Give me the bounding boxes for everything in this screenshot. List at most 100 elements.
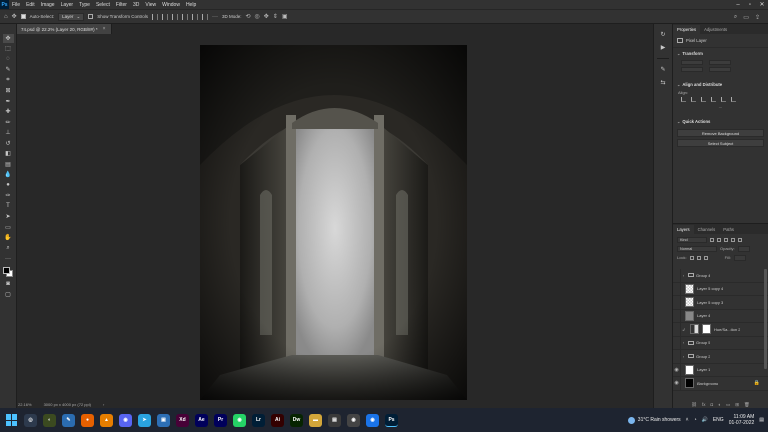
taskbar-app-icon[interactable]: Lr (252, 413, 265, 427)
blend-mode-select[interactable]: Normal (677, 245, 717, 252)
tab-channels[interactable]: Channels (694, 225, 720, 234)
search-icon[interactable]: ⌕ (734, 14, 737, 21)
align-top-icon[interactable] (711, 97, 716, 102)
clock[interactable]: 11:09 AM 01-07-2022 (729, 414, 755, 426)
3d-roll-icon[interactable]: ◎ (255, 13, 260, 20)
auto-select-checkbox[interactable] (20, 14, 26, 19)
chevron-up-icon[interactable]: ˄ (686, 417, 689, 423)
transform-header[interactable]: ⌄ Transform (673, 48, 768, 59)
layer-row[interactable]: ◉ Background 🔒 (673, 376, 768, 391)
taskbar-app-icon[interactable]: ◎ (24, 413, 37, 427)
lock-pixels-icon[interactable] (689, 255, 694, 260)
align-bottom-icon[interactable] (202, 13, 208, 20)
3d-pan-icon[interactable]: ✥ (264, 13, 269, 20)
taskbar-app-icon[interactable]: Dw (290, 413, 303, 427)
chevron-right-icon[interactable]: › (681, 354, 686, 359)
canvas[interactable] (200, 45, 467, 400)
blur-tool-icon[interactable]: 💧 (3, 171, 14, 180)
move-tool-icon[interactable]: ✥ (12, 13, 17, 20)
taskbar-app-icon[interactable]: Ps (385, 413, 398, 427)
history-brush-tool-icon[interactable]: ↺ (3, 139, 14, 148)
eyedropper-tool-icon[interactable]: ✒ (3, 97, 14, 106)
frame-tool-icon[interactable]: ⊠ (3, 87, 14, 96)
layer-row[interactable]: › Group 2 (673, 349, 768, 364)
menu-image[interactable]: Image (38, 2, 58, 8)
layer-row[interactable]: Layer 5 copy 3 (673, 295, 768, 310)
fill-field[interactable] (733, 254, 746, 261)
taskbar-app-icon[interactable]: Xd (176, 413, 189, 427)
hand-tool-icon[interactable]: ✋ (3, 234, 14, 243)
minimize-icon[interactable]: – (732, 0, 744, 9)
remove-background-button[interactable]: Remove Background (677, 129, 764, 137)
more-options-icon[interactable]: ··· (212, 14, 218, 20)
align-left-icon[interactable] (152, 13, 158, 20)
filter-shape-icon[interactable] (731, 237, 735, 242)
visibility-toggle[interactable] (673, 295, 681, 309)
menu-file[interactable]: File (9, 2, 23, 8)
tab-layers[interactable]: Layers (673, 225, 694, 234)
layer-row[interactable]: Layer 5 copy 4 (673, 282, 768, 296)
opacity-field[interactable] (737, 245, 750, 252)
menu-layer[interactable]: Layer (58, 2, 77, 8)
taskbar-app-icon[interactable]: ◉ (347, 413, 360, 427)
align-bottom-icon[interactable] (731, 97, 736, 102)
chevron-right-icon[interactable]: › (681, 340, 686, 345)
new-layer-icon[interactable]: ⊞ (735, 402, 739, 408)
align-vcenter-icon[interactable] (721, 97, 726, 102)
layer-kind-filter[interactable]: Kind (677, 236, 707, 243)
transform-controls-checkbox[interactable] (88, 14, 94, 19)
lasso-tool-icon[interactable]: ◌ (3, 55, 14, 64)
type-tool-icon[interactable]: T (3, 202, 14, 211)
rectangle-tool-icon[interactable]: ▭ (3, 223, 14, 232)
taskbar-app-icon[interactable]: ▬ (309, 413, 322, 427)
menu-view[interactable]: View (142, 2, 159, 8)
tab-adjustments[interactable]: Adjustments (700, 25, 731, 34)
brush-tool-icon[interactable]: ✏ (3, 118, 14, 127)
taskbar-app-icon[interactable]: ▤ (328, 413, 341, 427)
share-icon[interactable]: ⇪ (755, 14, 760, 21)
actions-panel-icon[interactable]: ▶ (658, 43, 668, 52)
network-icon[interactable]: ◔ (694, 417, 697, 423)
dodge-tool-icon[interactable]: ● (3, 181, 14, 190)
layers-scrollbar[interactable] (764, 269, 767, 369)
taskbar-app-icon[interactable]: ➤ (138, 413, 151, 427)
taskbar-app-icon[interactable]: ◉ (119, 413, 132, 427)
taskbar-app-icon[interactable]: ✎ (62, 413, 75, 427)
visibility-toggle[interactable] (673, 309, 681, 323)
workspace-icon[interactable]: ▭ (743, 14, 749, 21)
crop-tool-icon[interactable]: ⌗ (3, 76, 14, 85)
more-align-icon[interactable]: ··· (673, 104, 768, 116)
gradient-tool-icon[interactable]: ▤ (3, 160, 14, 169)
width-field[interactable] (681, 60, 703, 65)
quick-actions-header[interactable]: ⌄ Quick Actions (673, 116, 768, 127)
3d-scale-icon[interactable]: ▣ (282, 13, 288, 20)
healing-brush-tool-icon[interactable]: ✚ (3, 108, 14, 117)
filter-pixel-icon[interactable] (710, 237, 714, 242)
add-mask-icon[interactable]: ◘ (711, 402, 714, 407)
menu-edit[interactable]: Edit (23, 2, 38, 8)
align-hcenter-icon[interactable] (691, 97, 696, 102)
weather-widget[interactable]: 31°C Rain showers (627, 416, 681, 424)
eraser-tool-icon[interactable]: ◧ (3, 150, 14, 159)
windows-start-icon[interactable] (6, 414, 18, 426)
filter-type-icon[interactable] (724, 237, 728, 242)
tab-paths[interactable]: Paths (719, 225, 738, 234)
language-indicator[interactable]: ENG (713, 417, 724, 423)
home-icon[interactable]: ⌂ (4, 14, 8, 20)
adjustment-layer-icon[interactable]: ◐ (718, 402, 721, 407)
visibility-toggle[interactable] (673, 282, 681, 296)
move-tool-icon[interactable]: ✥ (2, 34, 14, 43)
eye-icon[interactable]: ◉ (673, 376, 681, 390)
layer-row[interactable]: ↲ Hue/Sa...tion 2 (673, 322, 768, 337)
lock-all-icon[interactable] (703, 255, 708, 260)
align-header[interactable]: ⌄ Align and Distribute (673, 79, 768, 90)
taskbar-app-icon[interactable]: ▲ (100, 413, 113, 427)
document-tab[interactable]: 74.psd @ 22.2% (Layer 20, RGB/8#) * × (17, 24, 112, 34)
screen-mode-icon[interactable]: ▢ (3, 291, 14, 300)
menu-type[interactable]: Type (76, 2, 93, 8)
layer-row[interactable]: › Group 4 (673, 269, 768, 283)
layer-row[interactable]: ◉ Layer 1 (673, 363, 768, 377)
align-center-icon[interactable] (162, 13, 168, 20)
menu-select[interactable]: Select (93, 2, 113, 8)
x-field[interactable] (681, 67, 703, 72)
